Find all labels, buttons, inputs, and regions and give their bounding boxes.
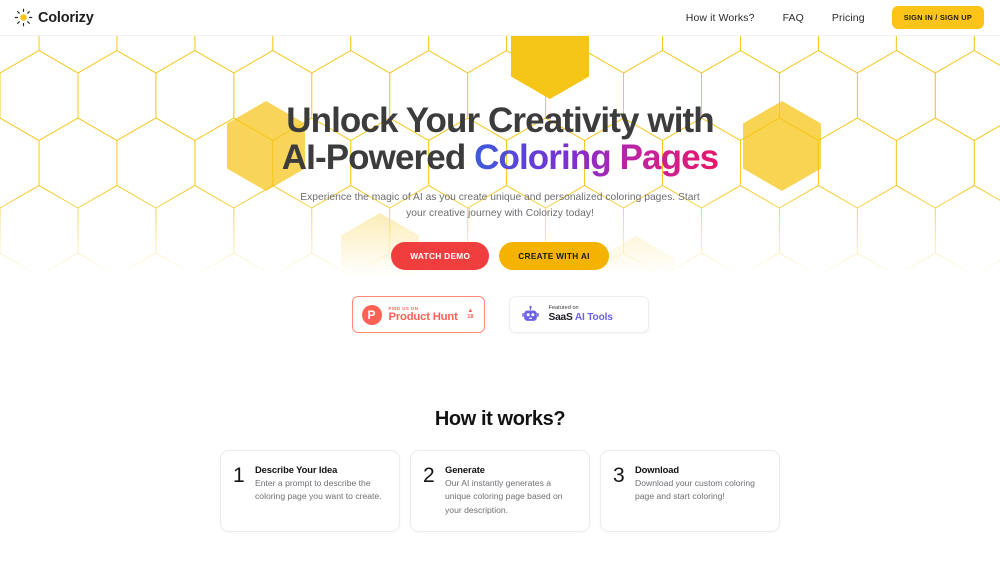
- step-body: Generate Our AI instantly generates a un…: [445, 464, 575, 517]
- watch-demo-button[interactable]: WATCH DEMO: [391, 241, 490, 270]
- nav-link-faq[interactable]: FAQ: [769, 12, 818, 24]
- robot-icon: [521, 305, 539, 321]
- landing-page: Colorizy How it Works? FAQ Pricing SIGN …: [0, 0, 1000, 563]
- step-body: Describe Your Idea Enter a prompt to des…: [255, 464, 385, 504]
- step-title: Generate: [445, 464, 485, 475]
- step-description: Download your custom coloring page and s…: [635, 478, 755, 502]
- step-title: Describe Your Idea: [255, 464, 338, 475]
- how-it-works-title: How it works?: [434, 408, 566, 430]
- hero-title-line1: Unlock Your Creativity with: [286, 101, 714, 140]
- nav-link-pricing[interactable]: Pricing: [818, 12, 879, 24]
- brand-logo[interactable]: Colorizy: [14, 8, 94, 27]
- hero-title: Unlock Your Creativity with AI-Powered C…: [0, 102, 1000, 177]
- saas-name-accent: AI Tools: [572, 312, 613, 324]
- hero-content: Unlock Your Creativity with AI-Powered C…: [0, 36, 1000, 270]
- saas-name-bold: SaaS: [548, 312, 573, 324]
- product-hunt-vote-count: 18: [467, 314, 474, 321]
- step-description: Enter a prompt to describe the coloring …: [255, 478, 382, 502]
- step-title: Download: [635, 464, 679, 475]
- hero-title-line2-gradient: Coloring Pages: [474, 138, 719, 178]
- step-card-3: 3 Download Download your custom coloring…: [600, 450, 780, 532]
- step-card-2: 2 Generate Our AI instantly generates a …: [410, 450, 590, 532]
- brand-name: Colorizy: [38, 9, 94, 26]
- main-nav: How it Works? FAQ Pricing SIGN IN / SIGN…: [672, 6, 984, 29]
- hero-title-line2-plain: AI-Powered: [281, 138, 475, 178]
- step-number: 1: [233, 464, 245, 487]
- nav-link-how-it-works[interactable]: How it Works?: [672, 12, 769, 24]
- hero-subtitle: Experience the magic of AI as you create…: [300, 191, 700, 220]
- product-hunt-text: FIND US ON Product Hunt: [389, 306, 461, 324]
- sign-in-sign-up-button[interactable]: SIGN IN / SIGN UP: [891, 6, 984, 29]
- hero-actions: WATCH DEMO CREATE WITH AI: [0, 241, 1000, 270]
- how-it-works-cards: 1 Describe Your Idea Enter a prompt to d…: [0, 450, 1000, 532]
- product-hunt-votes: ▲ 18: [467, 308, 474, 321]
- step-number: 3: [613, 464, 625, 487]
- step-number: 2: [423, 464, 435, 487]
- saas-name: SaaS AI Tools: [549, 312, 613, 324]
- sun-icon: [14, 8, 33, 27]
- create-with-ai-button[interactable]: CREATE WITH AI: [499, 241, 609, 270]
- saas-ai-tools-badge[interactable]: Featured on SaaS AI Tools: [508, 296, 649, 333]
- social-proof-badges: P FIND US ON Product Hunt ▲ 18 Featured …: [0, 296, 1000, 333]
- hero-section: Unlock Your Creativity with AI-Powered C…: [0, 36, 1000, 276]
- saas-eyebrow: Featured on: [548, 304, 579, 311]
- step-body: Download Download your custom coloring p…: [635, 464, 765, 504]
- product-hunt-icon: P: [361, 304, 382, 325]
- product-hunt-name: Product Hunt: [388, 310, 458, 323]
- product-hunt-badge[interactable]: P FIND US ON Product Hunt ▲ 18: [351, 296, 485, 333]
- step-card-1: 1 Describe Your Idea Enter a prompt to d…: [220, 450, 400, 532]
- saas-ai-tools-text: Featured on SaaS AI Tools: [549, 305, 613, 325]
- step-description: Our AI instantly generates a unique colo…: [445, 478, 563, 515]
- site-header: Colorizy How it Works? FAQ Pricing SIGN …: [0, 0, 1000, 36]
